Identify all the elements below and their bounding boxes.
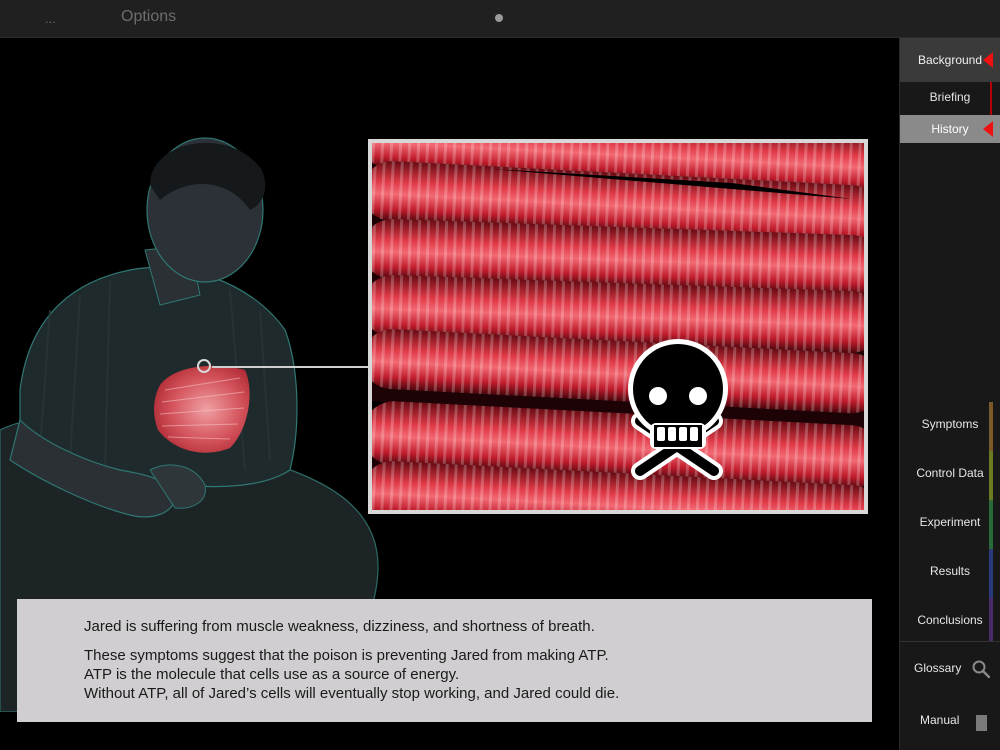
caption-line-4: Without ATP, all of Jared’s cells will e… (84, 685, 620, 702)
sidebar-divider (900, 641, 1000, 642)
options-button[interactable]: Options (121, 8, 176, 26)
caption-box: Jared is suffering from muscle weakness,… (17, 599, 872, 722)
manual-label: Manual (920, 713, 960, 727)
caption-paragraph-1: Jared is suffering from muscle weakness,… (84, 618, 595, 635)
glossary-button[interactable]: Glossary (900, 643, 1000, 693)
history-marker-icon (983, 121, 993, 137)
muscle-fiber-image (368, 139, 868, 514)
nav-results-label: Results (929, 564, 970, 578)
zoom-target-circle (197, 359, 211, 373)
menu-button[interactable]: ... (45, 11, 56, 26)
search-icon (972, 660, 990, 678)
nav-history-label: History (931, 122, 969, 136)
nav-control-data-label: Control Data (916, 466, 984, 480)
experiment-color-bar (989, 500, 993, 549)
muscle-fibers-graphic (372, 143, 864, 510)
caption-line-3: ATP is the molecule that cells use as a … (84, 666, 460, 683)
symptoms-color-bar (989, 402, 993, 451)
control-data-color-bar (989, 451, 993, 500)
nav-control-data[interactable]: Control Data (900, 449, 1000, 498)
nav-conclusions[interactable]: Conclusions (900, 596, 1000, 645)
background-marker-icon (983, 52, 993, 68)
nav-background-label: Background (917, 53, 983, 67)
nav-experiment[interactable]: Experiment (900, 498, 1000, 547)
conclusions-color-bar (989, 598, 993, 641)
glossary-label: Glossary (914, 661, 962, 675)
nav-symptoms-label: Symptoms (921, 417, 979, 431)
nav-results[interactable]: Results (900, 547, 1000, 596)
top-bar: ... Options (0, 0, 1000, 38)
page-indicator-dot (495, 14, 503, 22)
nav-experiment-label: Experiment (919, 515, 981, 529)
caption-line-2: These symptoms suggest that the poison i… (84, 647, 609, 664)
manual-button[interactable]: Manual (900, 698, 1000, 743)
navigation-sidebar: Background Briefing History Symptoms Con… (899, 38, 1000, 750)
zoom-connector-line (212, 366, 370, 368)
nav-conclusions-label: Conclusions (917, 613, 983, 627)
results-color-bar (989, 549, 993, 598)
nav-symptoms[interactable]: Symptoms (900, 400, 1000, 449)
nav-briefing[interactable]: Briefing (900, 84, 1000, 110)
nav-briefing-label: Briefing (929, 90, 971, 104)
book-icon (976, 715, 987, 731)
